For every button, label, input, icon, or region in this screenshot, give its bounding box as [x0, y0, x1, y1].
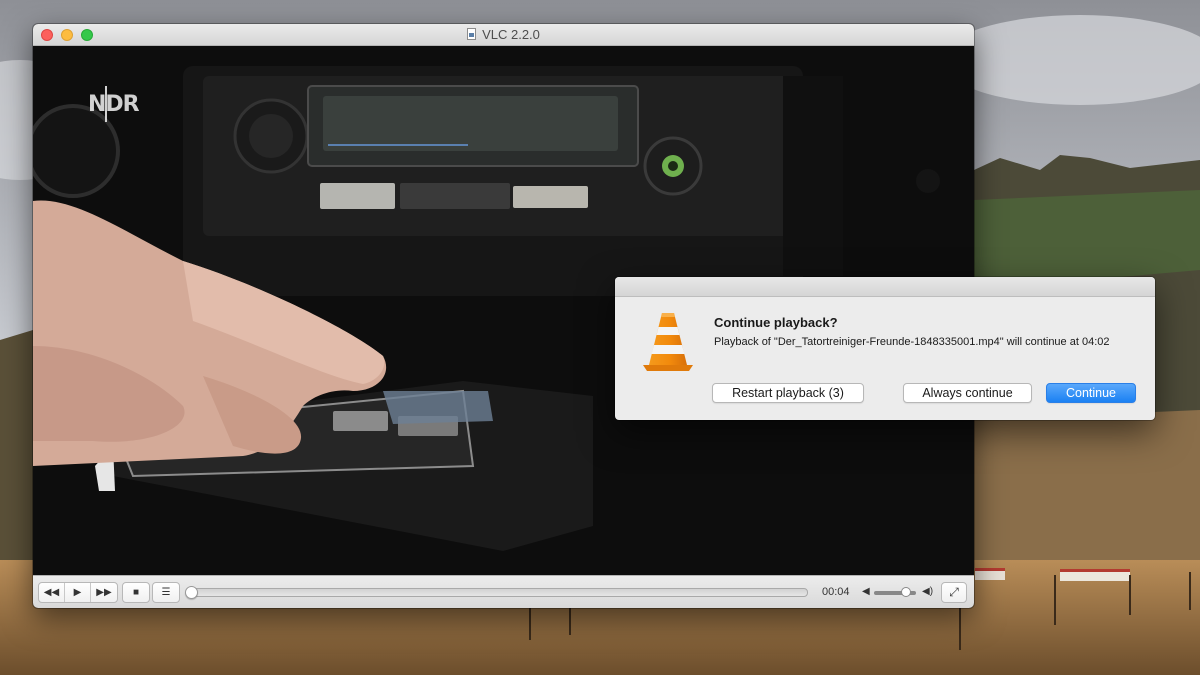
volume-handle[interactable] — [901, 587, 912, 597]
restart-playback-button[interactable]: Restart playback (3) — [712, 383, 864, 403]
transport-button-group: ◀◀ ▶ ▶▶ — [38, 582, 118, 603]
always-continue-button[interactable]: Always continue — [903, 383, 1032, 403]
volume-low-icon[interactable]: ◀ — [862, 586, 870, 597]
fullscreen-icon: ⤢ — [949, 585, 959, 599]
volume-high-icon[interactable]: ◀) — [922, 586, 933, 597]
play-button[interactable]: ▶ — [65, 583, 91, 602]
continue-button[interactable]: Continue — [1046, 383, 1136, 403]
dialog-message: Playback of "Der_Tatortreiniger-Freunde-… — [714, 336, 1110, 348]
playlist-button[interactable]: ☰ — [153, 583, 179, 602]
stop-button[interactable]: ■ — [123, 583, 149, 602]
dialog-titlebar[interactable] — [615, 277, 1155, 297]
seek-handle[interactable] — [185, 586, 198, 599]
play-icon: ▶ — [73, 587, 82, 598]
window-title-wrap: VLC 2.2.0 — [33, 27, 974, 42]
seek-bar[interactable] — [185, 586, 808, 599]
elapsed-time: 00:04 — [822, 586, 850, 598]
rewind-button[interactable]: ◀◀ — [39, 583, 65, 602]
fast-forward-icon: ▶▶ — [96, 587, 112, 598]
continue-playback-dialog: Continue playback? Playback of "Der_Tato… — [615, 277, 1155, 420]
stop-icon: ■ — [132, 587, 140, 598]
volume-slider[interactable] — [874, 587, 916, 597]
fast-forward-button[interactable]: ▶▶ — [91, 583, 117, 602]
playback-controls-bar: ◀◀ ▶ ▶▶ ■ ☰ 00:04 ◀ ◀) ⤢ — [33, 575, 974, 608]
vlc-cone-icon — [643, 313, 693, 371]
stop-button-group: ■ — [122, 582, 150, 603]
playlist-icon: ☰ — [161, 587, 171, 598]
rewind-icon: ◀◀ — [43, 587, 60, 598]
window-title: VLC 2.2.0 — [482, 27, 540, 42]
channel-logo: NDR — [88, 86, 140, 122]
playlist-button-group: ☰ — [152, 582, 180, 603]
fullscreen-button[interactable]: ⤢ — [941, 582, 967, 603]
dialog-heading: Continue playback? — [714, 315, 838, 330]
document-icon — [467, 28, 477, 40]
window-titlebar[interactable]: VLC 2.2.0 — [33, 24, 974, 46]
